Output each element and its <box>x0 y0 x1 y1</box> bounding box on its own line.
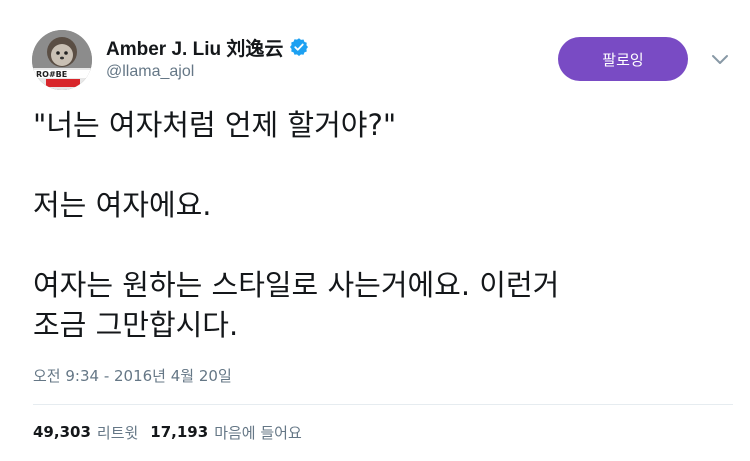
tweet-stats: 49,303 리트윗 17,193 마음에 들어요 <box>33 421 302 443</box>
avatar-photo: RO#BE <box>32 30 92 90</box>
retweets-stat[interactable]: 49,303 리트윗 <box>33 422 138 443</box>
verified-badge-icon <box>290 38 309 56</box>
divider <box>33 404 733 405</box>
tweet-card: RO#BE Amber J. Liu 刘逸云 @llama_ajol 팔로잉 "… <box>0 0 750 461</box>
likes-count: 17,193 <box>150 423 209 441</box>
tweet-line: 조금 그만합시다. <box>33 308 239 342</box>
tweet-line: 여자는 원하는 스타일로 사는거에요. 이런거 <box>33 268 560 302</box>
tweet-timestamp[interactable]: 오전 9:34 - 2016년 4월 20일 <box>33 365 232 386</box>
tweet-line: "너는 여자처럼 언제 할거야?" <box>33 108 397 142</box>
tweet-line: 저는 여자에요. <box>33 188 212 222</box>
following-button[interactable]: 팔로잉 <box>558 37 688 81</box>
tweet-text: "너는 여자처럼 언제 할거야?" 저는 여자에요. 여자는 원하는 스타일로 … <box>33 105 723 345</box>
retweets-count: 49,303 <box>33 423 91 441</box>
svg-text:RO#BE: RO#BE <box>36 70 67 79</box>
user-handle[interactable]: @llama_ajol <box>106 63 194 81</box>
avatar[interactable]: RO#BE <box>32 30 92 90</box>
retweets-label: 리트윗 <box>96 423 139 442</box>
likes-label: 마음에 들어요 <box>214 423 302 442</box>
chevron-down-icon[interactable] <box>708 50 732 70</box>
likes-stat[interactable]: 17,193 마음에 들어요 <box>150 422 301 443</box>
display-name[interactable]: Amber J. Liu 刘逸云 <box>106 34 283 61</box>
user-name-row: Amber J. Liu 刘逸云 <box>106 34 309 60</box>
